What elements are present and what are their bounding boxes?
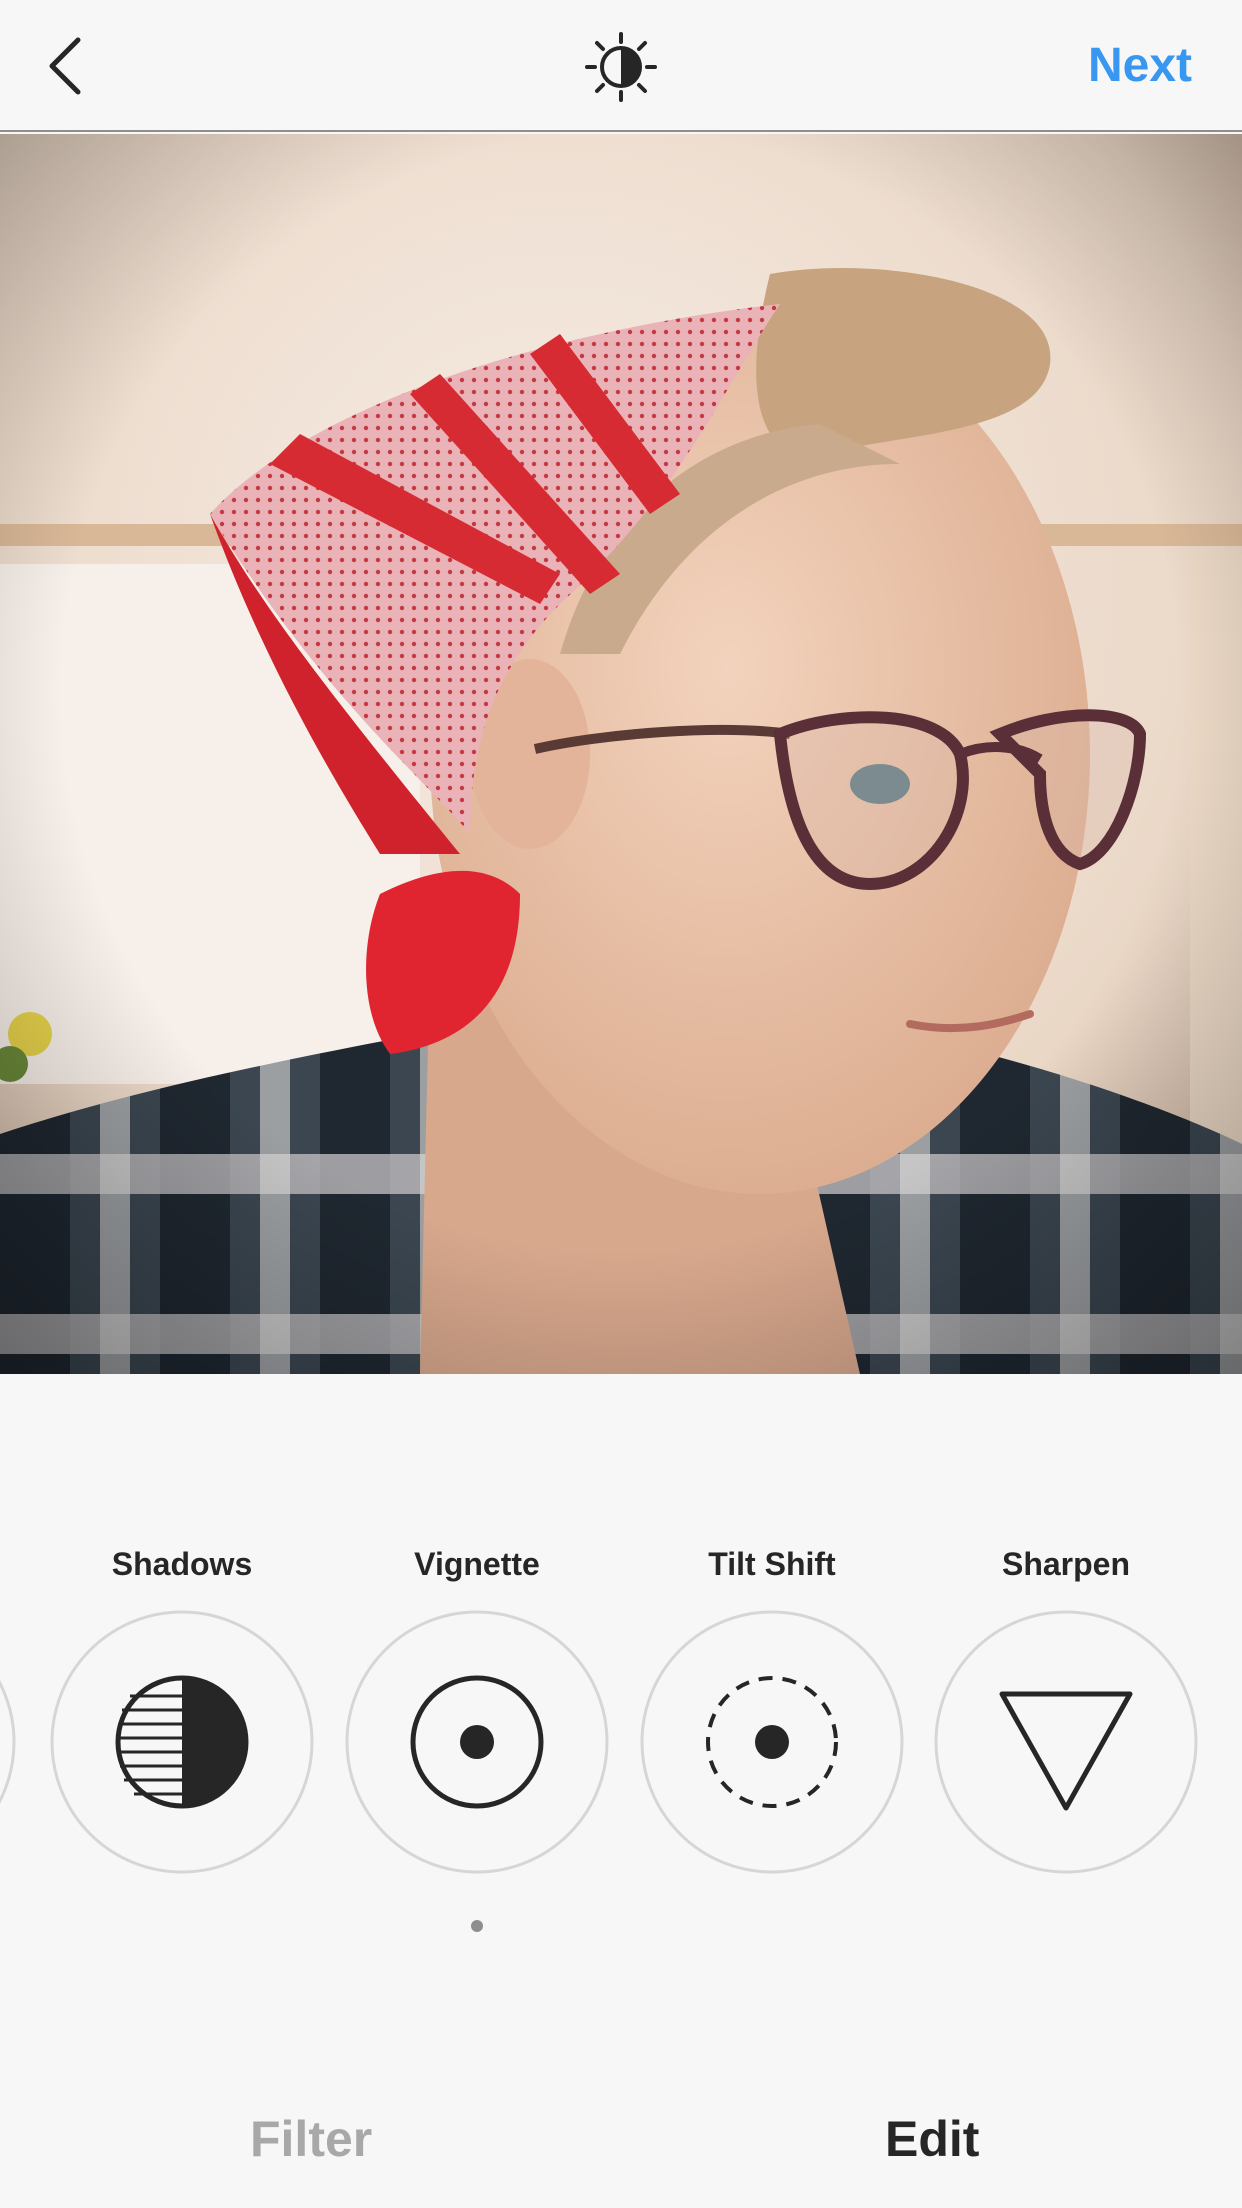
tool-tilt-shift[interactable]: Tilt Shift <box>640 1540 904 1874</box>
lux-brightness-icon[interactable] <box>581 32 661 102</box>
tool-circle-partial[interactable] <box>0 1610 16 1874</box>
tilt-shift-icon <box>640 1610 904 1874</box>
tab-edit[interactable]: Edit <box>885 2110 979 2168</box>
bottom-tab-bar: Filter Edit <box>0 2100 1242 2208</box>
tool-label-tilt-shift: Tilt Shift <box>708 1546 836 1582</box>
tool-label-shadows: Shadows <box>111 1546 253 1582</box>
tool-vignette[interactable]: Vignette <box>345 1540 609 1874</box>
tool-label-vignette: Vignette <box>414 1546 540 1582</box>
chevron-left-icon[interactable] <box>36 30 96 102</box>
shadows-icon <box>50 1610 314 1874</box>
sharpen-icon <box>934 1610 1198 1874</box>
tool-shadows[interactable]: Shadows <box>50 1540 314 1874</box>
tab-filter[interactable]: Filter <box>250 2110 372 2168</box>
photo-preview <box>0 134 1242 1374</box>
edit-tools-carousel: Shadows Vignette Tilt Shift Sharpen <box>0 1540 1242 1960</box>
photo-image <box>0 134 1242 1374</box>
next-button[interactable]: Next <box>1088 38 1192 93</box>
tool-label-sharpen: Sharpen <box>1001 1546 1131 1582</box>
vignette-modified-dot <box>471 1920 483 1932</box>
top-navigation-bar: Next <box>0 0 1242 132</box>
vignette-icon <box>345 1610 609 1874</box>
tool-sharpen[interactable]: Sharpen <box>934 1540 1198 1874</box>
